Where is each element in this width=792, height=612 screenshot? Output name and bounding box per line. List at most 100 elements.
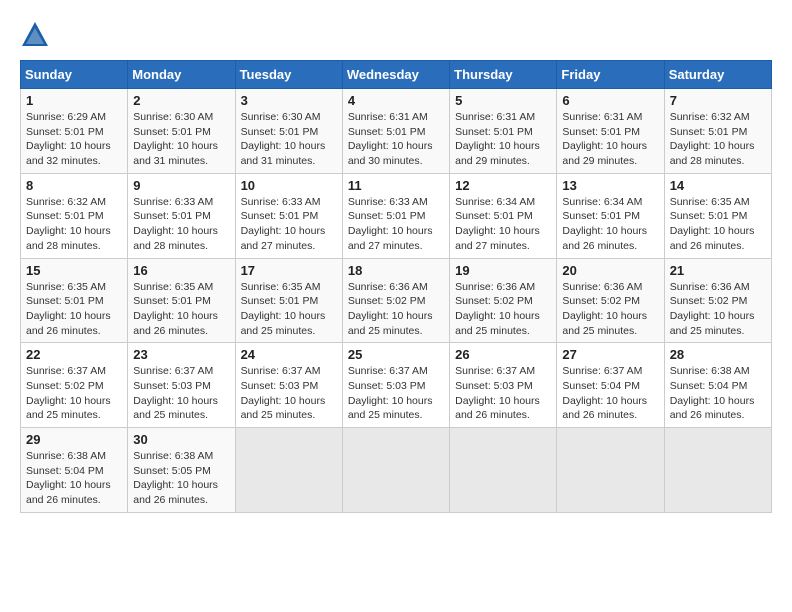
sunrise-label: Sunrise: 6:31 AM xyxy=(562,111,642,123)
day-number: 25 xyxy=(348,347,444,362)
daylight-label: Daylight: 10 hours and 26 minutes. xyxy=(26,310,111,337)
daylight-label: Daylight: 10 hours and 25 minutes. xyxy=(133,395,218,422)
day-cell-4: 4 Sunrise: 6:31 AM Sunset: 5:01 PM Dayli… xyxy=(342,89,449,174)
daylight-label: Daylight: 10 hours and 31 minutes. xyxy=(241,140,326,167)
week-row-5: 29 Sunrise: 6:38 AM Sunset: 5:04 PM Dayl… xyxy=(21,428,772,513)
sunset-label: Sunset: 5:01 PM xyxy=(26,295,104,307)
day-info: Sunrise: 6:29 AM Sunset: 5:01 PM Dayligh… xyxy=(26,110,122,169)
sunset-label: Sunset: 5:03 PM xyxy=(241,380,319,392)
header-sunday: Sunday xyxy=(21,61,128,89)
sunrise-label: Sunrise: 6:32 AM xyxy=(26,196,106,208)
sunset-label: Sunset: 5:01 PM xyxy=(670,210,748,222)
sunrise-label: Sunrise: 6:33 AM xyxy=(241,196,321,208)
daylight-label: Daylight: 10 hours and 26 minutes. xyxy=(133,479,218,506)
day-info: Sunrise: 6:36 AM Sunset: 5:02 PM Dayligh… xyxy=(455,280,551,339)
header xyxy=(20,20,772,50)
day-info: Sunrise: 6:37 AM Sunset: 5:04 PM Dayligh… xyxy=(562,364,658,423)
sunset-label: Sunset: 5:01 PM xyxy=(455,126,533,138)
sunset-label: Sunset: 5:01 PM xyxy=(133,210,211,222)
daylight-label: Daylight: 10 hours and 25 minutes. xyxy=(241,395,326,422)
sunrise-label: Sunrise: 6:36 AM xyxy=(455,281,535,293)
daylight-label: Daylight: 10 hours and 28 minutes. xyxy=(670,140,755,167)
day-cell-10: 10 Sunrise: 6:33 AM Sunset: 5:01 PM Dayl… xyxy=(235,173,342,258)
day-number: 5 xyxy=(455,93,551,108)
day-info: Sunrise: 6:34 AM Sunset: 5:01 PM Dayligh… xyxy=(455,195,551,254)
sunset-label: Sunset: 5:03 PM xyxy=(455,380,533,392)
sunrise-label: Sunrise: 6:34 AM xyxy=(562,196,642,208)
day-number: 22 xyxy=(26,347,122,362)
day-cell-7: 7 Sunrise: 6:32 AM Sunset: 5:01 PM Dayli… xyxy=(664,89,771,174)
day-number: 8 xyxy=(26,178,122,193)
day-cell-24: 24 Sunrise: 6:37 AM Sunset: 5:03 PM Dayl… xyxy=(235,343,342,428)
sunrise-label: Sunrise: 6:31 AM xyxy=(348,111,428,123)
sunset-label: Sunset: 5:03 PM xyxy=(348,380,426,392)
daylight-label: Daylight: 10 hours and 25 minutes. xyxy=(241,310,326,337)
empty-cell xyxy=(557,428,664,513)
sunrise-label: Sunrise: 6:35 AM xyxy=(241,281,321,293)
empty-cell xyxy=(342,428,449,513)
calendar-table: SundayMondayTuesdayWednesdayThursdayFrid… xyxy=(20,60,772,513)
day-number: 30 xyxy=(133,432,229,447)
sunrise-label: Sunrise: 6:37 AM xyxy=(562,365,642,377)
day-info: Sunrise: 6:37 AM Sunset: 5:03 PM Dayligh… xyxy=(455,364,551,423)
sunset-label: Sunset: 5:04 PM xyxy=(670,380,748,392)
day-cell-1: 1 Sunrise: 6:29 AM Sunset: 5:01 PM Dayli… xyxy=(21,89,128,174)
day-number: 19 xyxy=(455,263,551,278)
day-info: Sunrise: 6:35 AM Sunset: 5:01 PM Dayligh… xyxy=(133,280,229,339)
daylight-label: Daylight: 10 hours and 32 minutes. xyxy=(26,140,111,167)
day-info: Sunrise: 6:31 AM Sunset: 5:01 PM Dayligh… xyxy=(562,110,658,169)
sunset-label: Sunset: 5:05 PM xyxy=(133,465,211,477)
day-cell-25: 25 Sunrise: 6:37 AM Sunset: 5:03 PM Dayl… xyxy=(342,343,449,428)
sunset-label: Sunset: 5:01 PM xyxy=(562,126,640,138)
header-thursday: Thursday xyxy=(450,61,557,89)
day-info: Sunrise: 6:31 AM Sunset: 5:01 PM Dayligh… xyxy=(455,110,551,169)
day-info: Sunrise: 6:34 AM Sunset: 5:01 PM Dayligh… xyxy=(562,195,658,254)
daylight-label: Daylight: 10 hours and 27 minutes. xyxy=(348,225,433,252)
day-number: 27 xyxy=(562,347,658,362)
header-row: SundayMondayTuesdayWednesdayThursdayFrid… xyxy=(21,61,772,89)
day-number: 26 xyxy=(455,347,551,362)
daylight-label: Daylight: 10 hours and 26 minutes. xyxy=(562,225,647,252)
header-tuesday: Tuesday xyxy=(235,61,342,89)
sunrise-label: Sunrise: 6:32 AM xyxy=(670,111,750,123)
sunrise-label: Sunrise: 6:36 AM xyxy=(670,281,750,293)
day-number: 2 xyxy=(133,93,229,108)
day-cell-19: 19 Sunrise: 6:36 AM Sunset: 5:02 PM Dayl… xyxy=(450,258,557,343)
day-number: 6 xyxy=(562,93,658,108)
daylight-label: Daylight: 10 hours and 25 minutes. xyxy=(562,310,647,337)
day-info: Sunrise: 6:36 AM Sunset: 5:02 PM Dayligh… xyxy=(562,280,658,339)
day-info: Sunrise: 6:35 AM Sunset: 5:01 PM Dayligh… xyxy=(670,195,766,254)
sunrise-label: Sunrise: 6:29 AM xyxy=(26,111,106,123)
daylight-label: Daylight: 10 hours and 26 minutes. xyxy=(26,479,111,506)
sunset-label: Sunset: 5:02 PM xyxy=(670,295,748,307)
day-number: 17 xyxy=(241,263,337,278)
day-cell-22: 22 Sunrise: 6:37 AM Sunset: 5:02 PM Dayl… xyxy=(21,343,128,428)
day-number: 15 xyxy=(26,263,122,278)
daylight-label: Daylight: 10 hours and 26 minutes. xyxy=(562,395,647,422)
daylight-label: Daylight: 10 hours and 26 minutes. xyxy=(670,225,755,252)
daylight-label: Daylight: 10 hours and 28 minutes. xyxy=(133,225,218,252)
sunrise-label: Sunrise: 6:36 AM xyxy=(562,281,642,293)
day-cell-3: 3 Sunrise: 6:30 AM Sunset: 5:01 PM Dayli… xyxy=(235,89,342,174)
sunrise-label: Sunrise: 6:37 AM xyxy=(455,365,535,377)
sunset-label: Sunset: 5:01 PM xyxy=(241,126,319,138)
week-row-2: 8 Sunrise: 6:32 AM Sunset: 5:01 PM Dayli… xyxy=(21,173,772,258)
sunset-label: Sunset: 5:01 PM xyxy=(670,126,748,138)
empty-cell xyxy=(664,428,771,513)
day-number: 4 xyxy=(348,93,444,108)
day-number: 11 xyxy=(348,178,444,193)
week-row-4: 22 Sunrise: 6:37 AM Sunset: 5:02 PM Dayl… xyxy=(21,343,772,428)
daylight-label: Daylight: 10 hours and 31 minutes. xyxy=(133,140,218,167)
daylight-label: Daylight: 10 hours and 25 minutes. xyxy=(348,395,433,422)
day-info: Sunrise: 6:36 AM Sunset: 5:02 PM Dayligh… xyxy=(348,280,444,339)
day-number: 21 xyxy=(670,263,766,278)
day-cell-23: 23 Sunrise: 6:37 AM Sunset: 5:03 PM Dayl… xyxy=(128,343,235,428)
sunrise-label: Sunrise: 6:38 AM xyxy=(133,450,213,462)
day-info: Sunrise: 6:33 AM Sunset: 5:01 PM Dayligh… xyxy=(241,195,337,254)
sunset-label: Sunset: 5:01 PM xyxy=(26,126,104,138)
sunrise-label: Sunrise: 6:35 AM xyxy=(26,281,106,293)
header-monday: Monday xyxy=(128,61,235,89)
daylight-label: Daylight: 10 hours and 26 minutes. xyxy=(133,310,218,337)
sunrise-label: Sunrise: 6:38 AM xyxy=(670,365,750,377)
day-cell-20: 20 Sunrise: 6:36 AM Sunset: 5:02 PM Dayl… xyxy=(557,258,664,343)
